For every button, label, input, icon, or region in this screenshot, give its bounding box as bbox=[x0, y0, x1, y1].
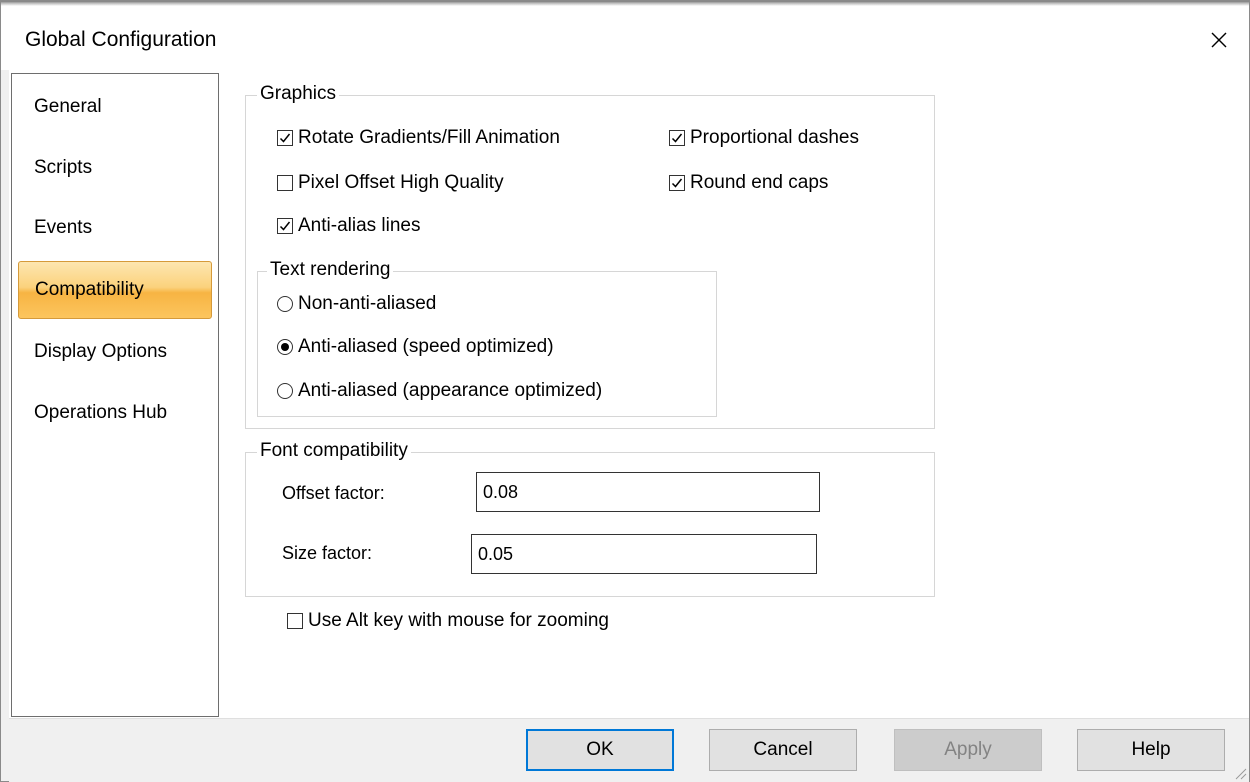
round-end-caps-checkbox[interactable] bbox=[669, 175, 685, 191]
close-icon bbox=[1211, 32, 1227, 48]
proportional-dashes-label: Proportional dashes bbox=[690, 127, 859, 148]
proportional-dashes-checkbox[interactable] bbox=[669, 130, 685, 146]
alt-key-zoom-label: Use Alt key with mouse for zooming bbox=[308, 610, 609, 631]
anti-aliased-appearance-radio[interactable] bbox=[277, 383, 293, 399]
font-compatibility-group-label: Font compatibility bbox=[257, 440, 411, 462]
proportional-dashes-option[interactable]: Proportional dashes bbox=[669, 126, 859, 150]
radio-selected-dot bbox=[281, 343, 289, 351]
checkmark-icon bbox=[279, 133, 291, 143]
dialog-title: Global Configuration bbox=[25, 28, 217, 51]
offset-factor-label: Offset factor: bbox=[282, 483, 385, 503]
sidebar-item-events[interactable]: Events bbox=[18, 201, 212, 255]
round-end-caps-label: Round end caps bbox=[690, 172, 829, 193]
alt-key-zoom-option[interactable]: Use Alt key with mouse for zooming bbox=[287, 609, 609, 633]
sidebar-item-display-options[interactable]: Display Options bbox=[18, 325, 212, 379]
category-list: General Scripts Events Compatibility Dis… bbox=[11, 73, 219, 717]
anti-alias-lines-option[interactable]: Anti-alias lines bbox=[277, 214, 421, 238]
anti-aliased-speed-radio[interactable] bbox=[277, 339, 293, 355]
sidebar-item-compatibility[interactable]: Compatibility bbox=[18, 261, 212, 319]
checkmark-icon bbox=[279, 221, 291, 231]
close-button[interactable] bbox=[1199, 20, 1239, 60]
rotate-gradients-checkbox[interactable] bbox=[277, 130, 293, 146]
anti-aliased-appearance-option[interactable]: Anti-aliased (appearance optimized) bbox=[277, 379, 602, 403]
global-configuration-dialog: Global Configuration General Scripts Eve… bbox=[0, 0, 1250, 782]
help-button[interactable]: Help bbox=[1077, 729, 1225, 771]
text-rendering-group-label: Text rendering bbox=[267, 259, 394, 281]
anti-aliased-appearance-label: Anti-aliased (appearance optimized) bbox=[298, 380, 603, 401]
anti-aliased-speed-option[interactable]: Anti-aliased (speed optimized) bbox=[277, 335, 554, 359]
rotate-gradients-label: Rotate Gradients/Fill Animation bbox=[298, 127, 560, 148]
apply-button[interactable]: Apply bbox=[894, 729, 1042, 771]
anti-aliased-speed-label: Anti-aliased (speed optimized) bbox=[298, 336, 554, 357]
pixel-offset-label: Pixel Offset High Quality bbox=[298, 172, 504, 193]
size-factor-input[interactable] bbox=[471, 534, 817, 574]
title-bar[interactable]: Global Configuration bbox=[1, 6, 1249, 70]
anti-alias-lines-checkbox[interactable] bbox=[277, 218, 293, 234]
sidebar-item-general[interactable]: General bbox=[18, 80, 212, 134]
non-anti-aliased-option[interactable]: Non-anti-aliased bbox=[277, 292, 436, 316]
graphics-group-label: Graphics bbox=[257, 83, 340, 105]
pixel-offset-checkbox[interactable] bbox=[277, 175, 293, 191]
resize-grip-icon[interactable] bbox=[1233, 766, 1247, 780]
alt-key-zoom-checkbox[interactable] bbox=[287, 613, 303, 629]
ok-button[interactable]: OK bbox=[526, 729, 674, 771]
anti-alias-lines-label: Anti-alias lines bbox=[298, 215, 421, 236]
size-factor-label: Size factor: bbox=[282, 543, 373, 563]
cancel-button[interactable]: Cancel bbox=[709, 729, 857, 771]
non-anti-aliased-radio[interactable] bbox=[277, 296, 293, 312]
non-anti-aliased-label: Non-anti-aliased bbox=[298, 293, 437, 314]
pixel-offset-option[interactable]: Pixel Offset High Quality bbox=[277, 171, 504, 195]
round-end-caps-option[interactable]: Round end caps bbox=[669, 171, 828, 195]
offset-factor-input[interactable] bbox=[476, 472, 820, 512]
checkmark-icon bbox=[671, 178, 683, 188]
button-bar: OK Cancel Apply Help bbox=[9, 718, 1249, 782]
rotate-gradients-option[interactable]: Rotate Gradients/Fill Animation bbox=[277, 126, 560, 150]
sidebar-item-scripts[interactable]: Scripts bbox=[18, 141, 212, 195]
checkmark-icon bbox=[671, 133, 683, 143]
sidebar-item-operations-hub[interactable]: Operations Hub bbox=[18, 386, 212, 440]
